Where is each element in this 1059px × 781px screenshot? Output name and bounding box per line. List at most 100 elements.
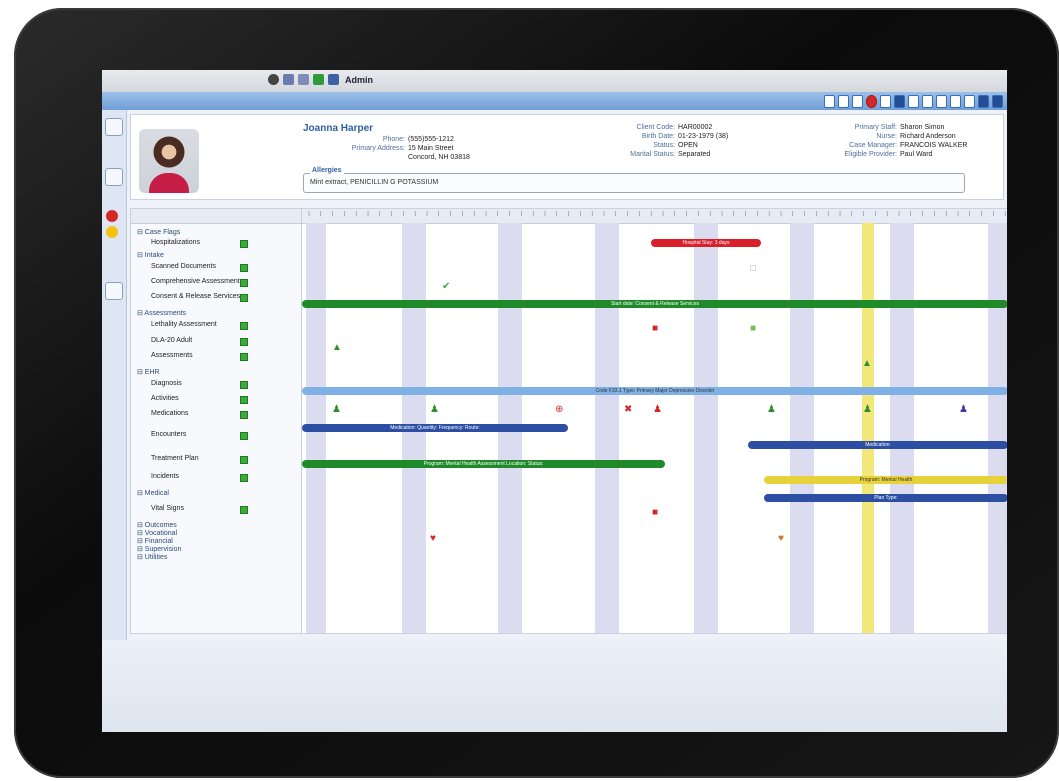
activity-icon[interactable]: ♟ (863, 405, 872, 415)
rail-alert-icon[interactable] (106, 210, 118, 222)
timeline-bar[interactable]: Code F33.1 Type: Primary Major Depressiv… (302, 387, 1007, 395)
activity-icon[interactable]: ♟ (959, 405, 968, 415)
activity-icon[interactable]: ♟ (653, 405, 662, 415)
document-icon[interactable]: □ (750, 264, 756, 274)
today-marker (862, 223, 874, 633)
date-tick: | (379, 211, 381, 217)
category-item[interactable]: Diagnosis (151, 380, 182, 387)
category-group[interactable]: ⊟ Outcomes (137, 521, 177, 529)
category-group[interactable]: ⊟ Supervision (137, 545, 181, 553)
window-icon[interactable] (283, 74, 294, 85)
field-label: Nurse: (876, 133, 897, 140)
timeline-bar[interactable]: Plan Type: (764, 494, 1007, 502)
add-entry-icon[interactable] (240, 456, 248, 464)
timeline-bar[interactable]: Hospital Stay: 3 days (651, 239, 761, 247)
add-entry-icon[interactable] (240, 506, 248, 514)
category-item[interactable]: Treatment Plan (151, 455, 199, 462)
person-icon[interactable] (978, 95, 989, 108)
person-icon[interactable] (992, 95, 1003, 108)
alert-icon[interactable] (866, 95, 877, 108)
add-entry-icon[interactable] (240, 411, 248, 419)
timeline-bar[interactable]: Start date: Consent & Release Services (302, 300, 1007, 308)
category-group[interactable]: ⊟ Intake (137, 251, 164, 259)
timeline-bar[interactable]: Medication: (748, 441, 1007, 449)
add-entry-icon[interactable] (240, 396, 248, 404)
activity-icon[interactable]: ♟ (767, 405, 776, 415)
category-group[interactable]: ⊟ Utilities (137, 553, 167, 561)
date-tick: | (1004, 211, 1006, 217)
print-icon[interactable] (824, 95, 835, 108)
date-tick: | (827, 211, 829, 217)
date-tick: | (461, 211, 464, 217)
add-entry-icon[interactable] (240, 322, 248, 330)
date-tick: | (591, 211, 593, 217)
category-group[interactable]: ⊟ Medical (137, 489, 169, 497)
category-group[interactable]: ⊟ Vocational (137, 529, 177, 537)
globe-icon[interactable] (268, 74, 279, 85)
category-group[interactable]: ⊟ Assessments (137, 309, 186, 317)
user-icon[interactable] (894, 95, 905, 108)
activity-icon[interactable]: ✖ (624, 405, 632, 415)
flag-icon[interactable]: ■ (750, 324, 756, 334)
category-item[interactable]: Medications (151, 410, 188, 417)
add-entry-icon[interactable] (240, 240, 248, 248)
category-group[interactable]: ⊟ Case Flags (137, 228, 180, 236)
rail-home-icon[interactable] (105, 118, 123, 136)
add-entry-icon[interactable] (240, 294, 248, 302)
rail-tools-icon[interactable] (105, 282, 123, 300)
category-item[interactable]: Incidents (151, 473, 179, 480)
category-item[interactable]: Assessments (151, 352, 193, 359)
document-icon[interactable] (922, 95, 933, 108)
help-icon[interactable] (964, 95, 975, 108)
check-icon[interactable]: ✔ (442, 282, 450, 292)
field-label: Eligible Provider: (844, 151, 897, 158)
category-item[interactable]: Consent & Release Services (151, 293, 240, 300)
close-icon[interactable] (852, 95, 863, 108)
category-item[interactable]: DLA-20 Adult (151, 337, 192, 344)
rail-warning-icon[interactable] (106, 226, 118, 238)
category-item[interactable]: Activities (151, 395, 179, 402)
flag-icon[interactable]: ■ (652, 324, 658, 334)
check-icon[interactable] (950, 95, 961, 108)
page-icon[interactable] (298, 74, 309, 85)
add-entry-icon[interactable] (240, 474, 248, 482)
add-entry-icon[interactable] (240, 381, 248, 389)
rail-notes-icon[interactable] (105, 168, 123, 186)
chart-icon[interactable] (936, 95, 947, 108)
document-icon[interactable] (908, 95, 919, 108)
add-entry-icon[interactable] (240, 338, 248, 346)
add-entry-icon[interactable] (240, 432, 248, 440)
add-entry-icon[interactable] (240, 353, 248, 361)
date-tick: | (532, 211, 534, 217)
category-item[interactable]: Hospitalizations (151, 239, 200, 246)
vital-sign-icon[interactable]: ♥ (778, 534, 784, 544)
assessment-icon[interactable]: ▲ (862, 359, 872, 369)
field-value: Sharon Simon (900, 124, 945, 131)
category-group[interactable]: ⊟ EHR (137, 368, 160, 376)
category-item[interactable]: Comprehensive Assessment (151, 278, 240, 285)
activity-icon[interactable]: ⊕ (555, 405, 563, 415)
date-tick: | (390, 211, 393, 217)
calendar-icon[interactable] (880, 95, 891, 108)
note-icon[interactable] (838, 95, 849, 108)
dollar-icon[interactable] (313, 74, 324, 85)
activity-icon[interactable]: ♟ (332, 405, 341, 415)
category-item[interactable]: Lethality Assessment (151, 321, 217, 328)
timeline-bar[interactable]: Program: Mental Health (764, 476, 1007, 484)
add-entry-icon[interactable] (240, 279, 248, 287)
add-entry-icon[interactable] (240, 264, 248, 272)
admin-menu[interactable]: Admin (345, 75, 373, 85)
vital-sign-icon[interactable]: ♥ (430, 534, 436, 544)
timeline-bar[interactable]: Medication: Quantity: Frequency: Route: (302, 424, 568, 432)
incident-icon[interactable]: ■ (652, 508, 658, 518)
admin-icon[interactable] (328, 74, 339, 85)
category-item[interactable]: Scanned Documents (151, 263, 216, 270)
timeline-grid[interactable]: | | | | | | | | | | | | | | | | | | | | | | | | | | | | | | | | | | | | | | | |… (302, 209, 1007, 633)
activity-icon[interactable]: ♟ (430, 405, 439, 415)
category-item[interactable]: Encounters (151, 431, 186, 438)
category-item[interactable]: Vital Signs (151, 505, 184, 512)
category-group[interactable]: ⊟ Financial (137, 537, 173, 545)
date-tick: | (839, 211, 841, 217)
timeline-bar[interactable]: Program: Mental Health Assessment Locati… (302, 460, 665, 468)
assessment-icon[interactable]: ▲ (332, 343, 342, 353)
